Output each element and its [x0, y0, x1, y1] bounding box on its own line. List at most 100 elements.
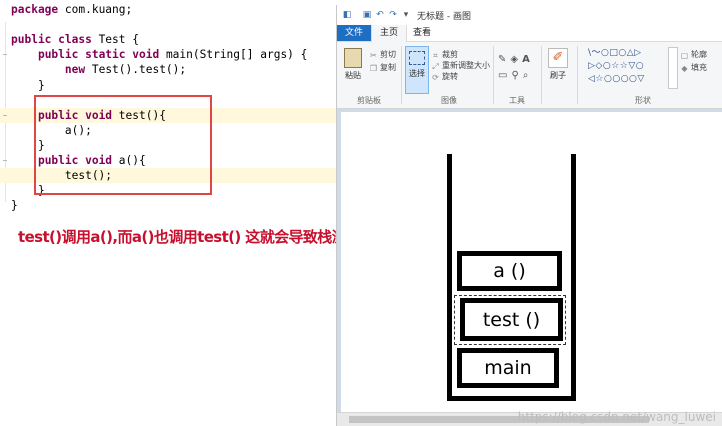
paste-button[interactable]: 粘贴	[341, 46, 365, 92]
magnifier-icon[interactable]: ⌕	[523, 70, 533, 81]
stack-left-wall	[447, 154, 452, 401]
resize-icon: ⤢	[432, 62, 439, 71]
watermark: https://blog.csdn.net/wang_luwei	[517, 410, 716, 424]
brushes-button[interactable]: ✐ 刷子	[545, 46, 571, 92]
clipboard-icon	[344, 48, 362, 68]
copy-icon: ❐	[369, 64, 378, 73]
paint-window: ◧ ▣ ↶ ↷ ▾ 无标题 - 画图 文件 主页 查看 粘贴 ✂ 剪切 ❐ 复制 剪…	[336, 5, 722, 426]
title-bar: ◧ ▣ ↶ ↷ ▾ 无标题 - 画图	[337, 5, 722, 25]
code-editor[interactable]: package com.kuang; public class Test { pu…	[0, 0, 336, 426]
group-label-tools: 工具	[509, 96, 525, 105]
code-token: }	[11, 199, 18, 213]
fill-icon[interactable]: ◈	[510, 54, 522, 65]
code-text: public class Test {	[11, 32, 139, 47]
code-keyword: public class	[11, 33, 99, 47]
fold-marker[interactable]	[3, 54, 7, 56]
quick-access-dropdown-icon[interactable]: ▾	[401, 10, 411, 20]
code-line[interactable]	[0, 17, 336, 32]
canvas-area: a () test () main	[337, 109, 722, 412]
group-divider	[493, 46, 494, 104]
code-token: Test().test();	[91, 63, 187, 77]
code-line[interactable]: new Test().test();	[0, 62, 336, 77]
crop-button[interactable]: ⌗ 裁剪	[431, 49, 458, 60]
group-divider	[541, 46, 542, 104]
code-line[interactable]: public static void main(String[] args) {	[0, 47, 336, 62]
tab-file[interactable]: 文件	[337, 25, 371, 41]
tab-home[interactable]: 主页	[371, 25, 407, 42]
resize-label: 重新调整大小	[442, 61, 490, 70]
rotate-button[interactable]: ⟳ 旋转	[431, 71, 458, 82]
brush-icon: ✐	[548, 48, 568, 68]
window-title: 无标题 - 画图	[417, 12, 471, 22]
code-line[interactable]: package com.kuang;	[0, 2, 336, 17]
select-button[interactable]: 选择	[405, 46, 429, 94]
rotate-label: 旋转	[442, 72, 458, 81]
copy-button[interactable]: ❐ 复制	[369, 62, 396, 73]
code-text: new Test().test();	[11, 62, 186, 77]
fill-button[interactable]: ◆ 填充	[680, 62, 707, 73]
highlight-box	[34, 95, 212, 195]
code-token: }	[11, 78, 45, 92]
stack-frame-a: a ()	[457, 251, 562, 291]
crop-icon: ⌗	[433, 51, 438, 60]
copy-label: 复制	[380, 63, 396, 72]
fold-marker[interactable]	[3, 114, 7, 116]
outline-button[interactable]: ▢ 轮廓	[680, 49, 707, 60]
code-keyword: public static void	[37, 48, 166, 62]
group-label-shapes: 形状	[635, 96, 651, 105]
code-line[interactable]: public class Test {	[0, 32, 336, 47]
code-text: package com.kuang;	[11, 2, 132, 17]
crop-label: 裁剪	[442, 50, 458, 59]
cut-button[interactable]: ✂ 剪切	[369, 49, 396, 60]
shapes-scrollbar[interactable]	[668, 47, 678, 89]
stack-frame-main: main	[457, 348, 559, 388]
scissors-icon: ✂	[370, 51, 377, 60]
code-text: }	[11, 78, 45, 93]
stack-right-wall	[571, 154, 576, 401]
paint-app-icon: ◧	[342, 10, 352, 20]
bucket-icon: ◆	[681, 64, 688, 73]
text-icon[interactable]: A	[522, 54, 534, 65]
code-line[interactable]: }	[0, 78, 336, 93]
outline-label: 轮廓	[691, 50, 707, 59]
save-icon[interactable]: ▣	[362, 10, 372, 20]
brushes-label: 刷子	[550, 71, 566, 80]
code-text: }	[11, 198, 18, 213]
tools-panel[interactable]: ✎◈A	[498, 54, 534, 65]
select-label: 选择	[409, 69, 425, 78]
ribbon: 粘贴 ✂ 剪切 ❐ 复制 剪贴板 选择 ⌗ 裁剪 ⤢ 重新调整大小 ⟳ 旋转 图像 ✎◈A…	[337, 42, 722, 109]
cut-label: 剪切	[380, 50, 396, 59]
resize-button[interactable]: ⤢ 重新调整大小	[431, 60, 490, 71]
frame-label-main: main	[484, 357, 532, 379]
ribbon-tabs: 文件 主页 查看	[337, 25, 722, 42]
color-picker-icon[interactable]: ⚲	[511, 70, 522, 81]
drawing-canvas[interactable]: a () test () main	[341, 112, 722, 412]
code-token: main(String[] args) {	[165, 48, 308, 62]
code-text: public static void main(String[] args) {	[11, 47, 307, 62]
fill-label: 填充	[691, 63, 707, 72]
tools-panel-row2[interactable]: ▭⚲⌕	[498, 70, 532, 81]
shapes-gallery[interactable]: \〜○□○△▷ ▷◇○☆☆▽○ ◁☆○○○○▽	[588, 47, 668, 87]
group-label-image: 图像	[441, 96, 457, 105]
group-label-clipboard: 剪贴板	[357, 96, 381, 105]
redo-icon[interactable]: ↷	[388, 10, 398, 20]
group-divider	[577, 46, 578, 104]
eraser-icon[interactable]: ▭	[498, 70, 511, 81]
code-token: Test {	[98, 33, 139, 47]
frame-label-a: a ()	[493, 260, 526, 282]
code-keyword: package	[11, 3, 65, 16]
paste-label: 粘贴	[345, 71, 361, 80]
group-divider	[401, 46, 402, 104]
rotate-icon: ⟳	[432, 73, 439, 82]
undo-icon[interactable]: ↶	[375, 10, 385, 20]
pencil-icon[interactable]: ✎	[498, 54, 510, 65]
code-line[interactable]: }	[0, 198, 336, 213]
caption-text: test()调用a(),而a()也调用test() 这就会导致栈溢出,	[18, 228, 336, 246]
stack-frame-test: test ()	[460, 298, 563, 341]
tab-view[interactable]: 查看	[407, 25, 437, 41]
stack-bottom	[447, 396, 576, 401]
select-icon	[409, 51, 425, 65]
fold-marker[interactable]	[3, 160, 7, 161]
